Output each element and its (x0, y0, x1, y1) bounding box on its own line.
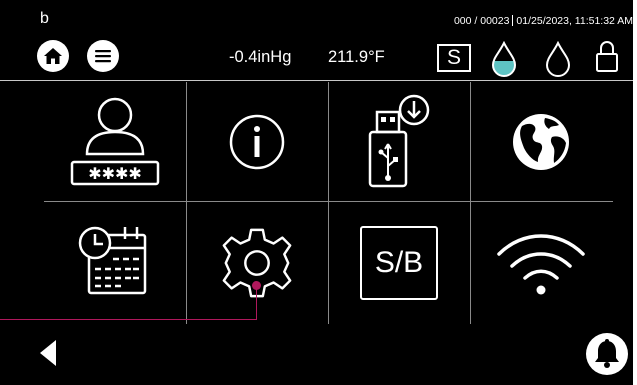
cycle-counter: 000 / 00023 (453, 15, 510, 27)
info-icon (229, 114, 285, 170)
water-drop-filled-icon (491, 41, 517, 77)
water-drop-outline-icon (545, 41, 571, 77)
back-arrow-icon (40, 340, 56, 366)
globe-icon (513, 114, 569, 170)
user-login-tile[interactable]: ✱✱✱✱ (44, 84, 186, 200)
callout-line (0, 319, 257, 320)
home-button[interactable] (37, 40, 69, 72)
callout-line (256, 285, 257, 320)
callout-marker (252, 281, 261, 290)
information-tile[interactable] (186, 84, 328, 200)
settings-tile[interactable] (186, 205, 328, 321)
temperature-reading: 211.9°F (328, 48, 385, 66)
wifi-icon (497, 234, 585, 295)
pressure-reading: -0.4inHg (229, 48, 292, 66)
header-divider (0, 80, 633, 81)
gear-icon (222, 228, 292, 298)
schedule-tile[interactable] (44, 205, 186, 321)
status-mode-badge: S (437, 44, 471, 72)
user-password-icon: ✱✱✱✱ (70, 97, 160, 186)
sb-button: S/B (360, 226, 438, 300)
date-time: 01/25/2023, 11:51:32 AM (516, 15, 633, 27)
brand-logo: b (40, 10, 49, 27)
usb-download-icon (368, 94, 430, 188)
menu-button[interactable] (87, 40, 119, 72)
calendar-clock-icon (78, 226, 147, 295)
back-button[interactable] (36, 338, 60, 368)
home-icon (44, 48, 62, 64)
device-screen: b 000 / 00023 01/25/2023, 11:51:32 AM -0.… (0, 0, 633, 385)
usb-export-tile[interactable] (328, 84, 470, 200)
grid-divider (44, 201, 613, 202)
sb-mode-tile[interactable]: S/B (328, 205, 470, 321)
svg-text:✱✱✱✱: ✱✱✱✱ (88, 164, 142, 183)
network-tile[interactable] (470, 205, 612, 321)
info-divider (512, 15, 514, 26)
sb-label: S/B (374, 246, 424, 279)
status-info: 000 / 00023 01/25/2023, 11:51:32 AM (454, 15, 633, 28)
bell-icon[interactable] (585, 332, 629, 376)
menu-icon (95, 50, 111, 63)
lock-icon[interactable] (594, 38, 620, 74)
language-tile[interactable] (470, 84, 612, 200)
